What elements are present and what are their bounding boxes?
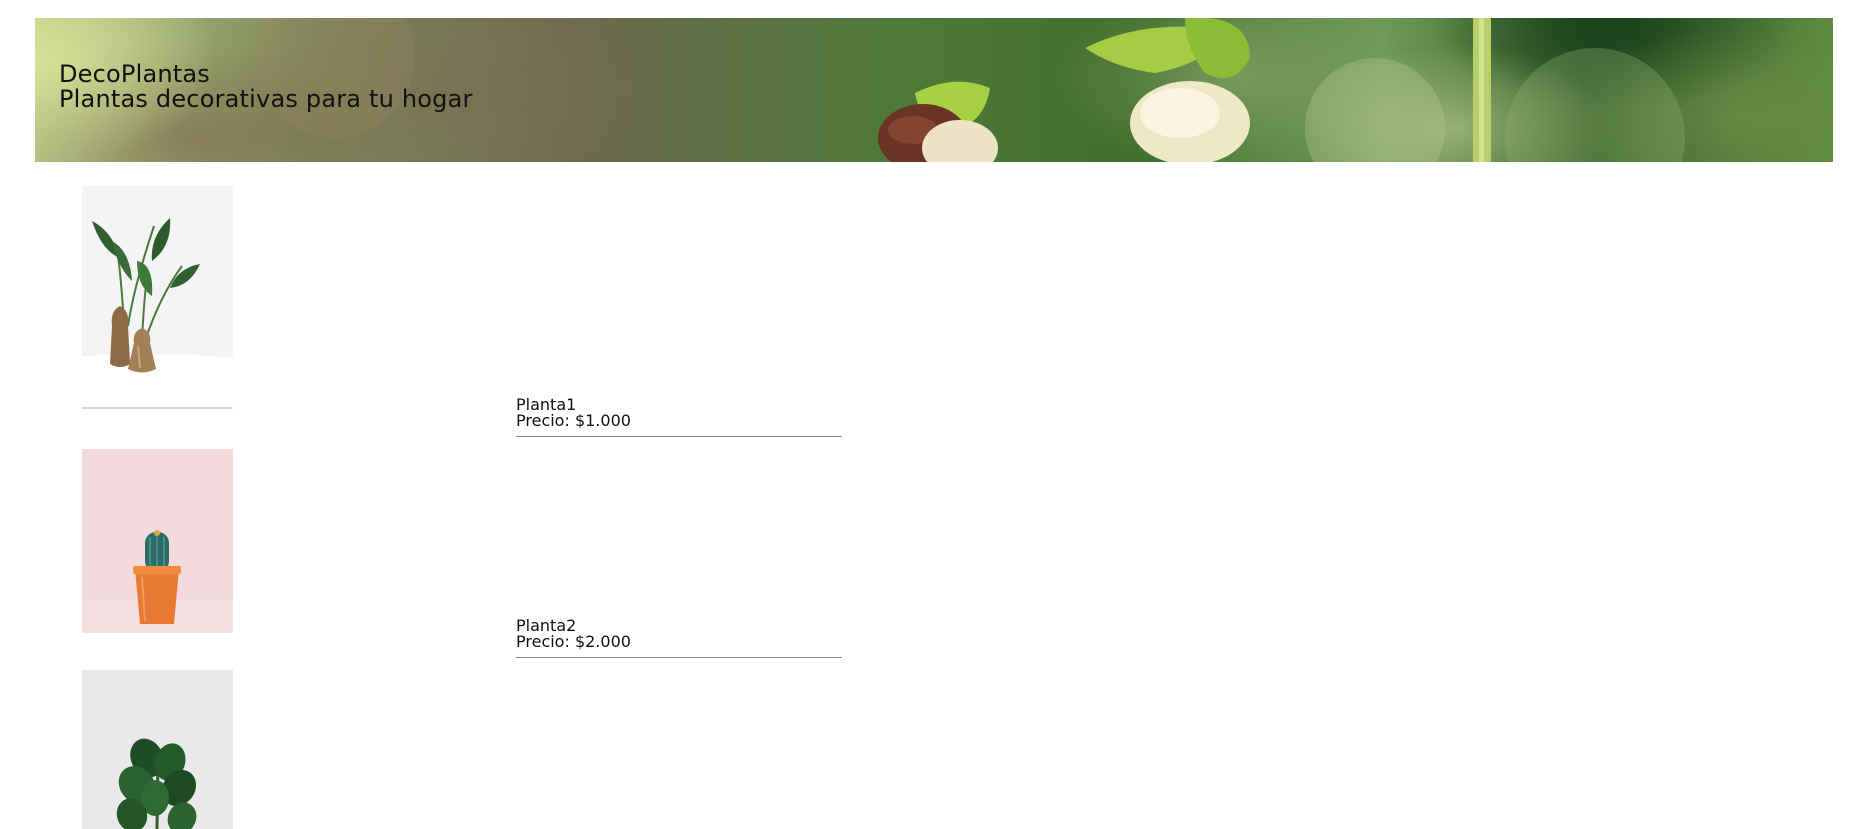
brand-title: DecoPlantas: [59, 60, 211, 88]
banner-text: DecoPlantas Plantas decorativas para tu …: [59, 62, 473, 112]
header-banner: DecoPlantas Plantas decorativas para tu …: [35, 18, 1833, 162]
product-price: Precio: $2.000: [516, 632, 631, 651]
product-card-planta1[interactable]: Planta1 Precio: $1.000: [516, 397, 842, 437]
product-image-planta3[interactable]: [82, 670, 233, 829]
brand-tagline: Plantas decorativas para tu hogar: [59, 85, 473, 113]
product-price: Precio: $1.000: [516, 411, 631, 430]
product-card-planta2[interactable]: Planta2 Precio: $2.000: [516, 618, 842, 658]
product-image-planta1[interactable]: [82, 186, 233, 411]
fiddle-leaf-fig-photo-icon: [82, 670, 233, 829]
potted-leaves-photo-icon: [82, 186, 233, 411]
product-image-planta2[interactable]: [82, 449, 233, 633]
cactus-photo-icon: [82, 449, 233, 633]
